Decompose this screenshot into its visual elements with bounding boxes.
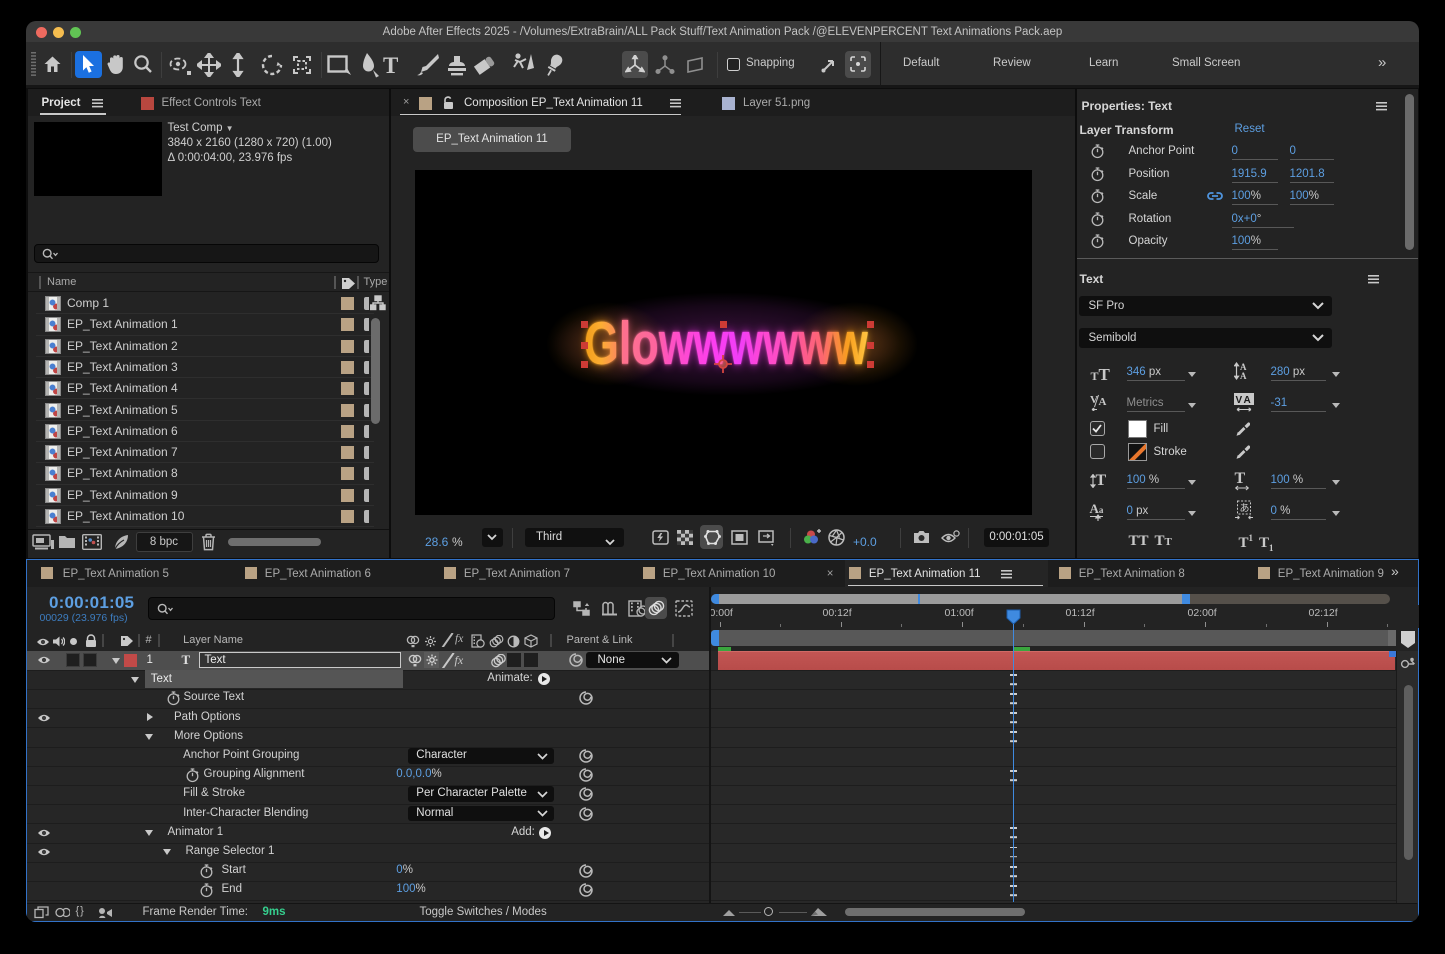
svg-text:A: A <box>1243 395 1250 406</box>
svg-text:あ: あ <box>1239 503 1249 515</box>
svg-text:A: A <box>1240 371 1247 380</box>
svg-text:A: A <box>1098 396 1106 408</box>
svg-text:V: V <box>1235 395 1242 406</box>
